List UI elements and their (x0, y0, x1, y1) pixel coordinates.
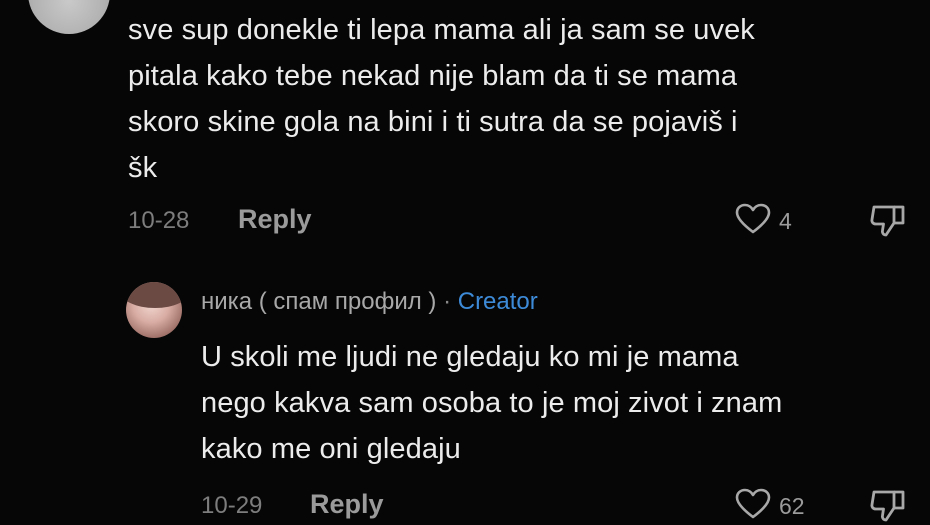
comment-text-line: šk (128, 152, 158, 184)
comment-date: 10-29 (201, 492, 263, 519)
avatar[interactable] (126, 282, 182, 338)
comment-date: 10-28 (128, 207, 190, 234)
comment-text-line: sve sup donekle ti lepa mama ali ja sam … (128, 14, 755, 46)
comment-text-line: nego kakva sam osoba to je moj zivot i z… (201, 387, 783, 419)
username[interactable]: ника ( спам профил ) (201, 288, 436, 315)
like-count: 62 (779, 493, 805, 519)
thumbs-down-icon[interactable] (868, 203, 908, 239)
comment-text-line: U skoli me ljudi ne gledaju ko mi je mam… (201, 341, 739, 373)
comment-text-line: kako me oni gledaju (201, 433, 461, 465)
separator: · (443, 288, 452, 315)
heart-outline-icon[interactable] (735, 488, 771, 520)
like-count: 4 (779, 208, 792, 234)
creator-badge: Creator (457, 288, 538, 315)
heart-outline-icon[interactable] (735, 203, 771, 235)
comment-text-line: pitala kako tebe nekad nije blam da ti s… (128, 60, 738, 92)
avatar[interactable] (28, 0, 110, 34)
comment-text-line: skoro skine gola na bini i ti sutra da s… (128, 106, 738, 138)
reply-button[interactable]: Reply (310, 489, 384, 520)
thumbs-down-icon[interactable] (868, 488, 908, 524)
reply-button[interactable]: Reply (238, 204, 312, 235)
comment-author[interactable]: ника ( спам профил ) · Creator (201, 288, 538, 316)
